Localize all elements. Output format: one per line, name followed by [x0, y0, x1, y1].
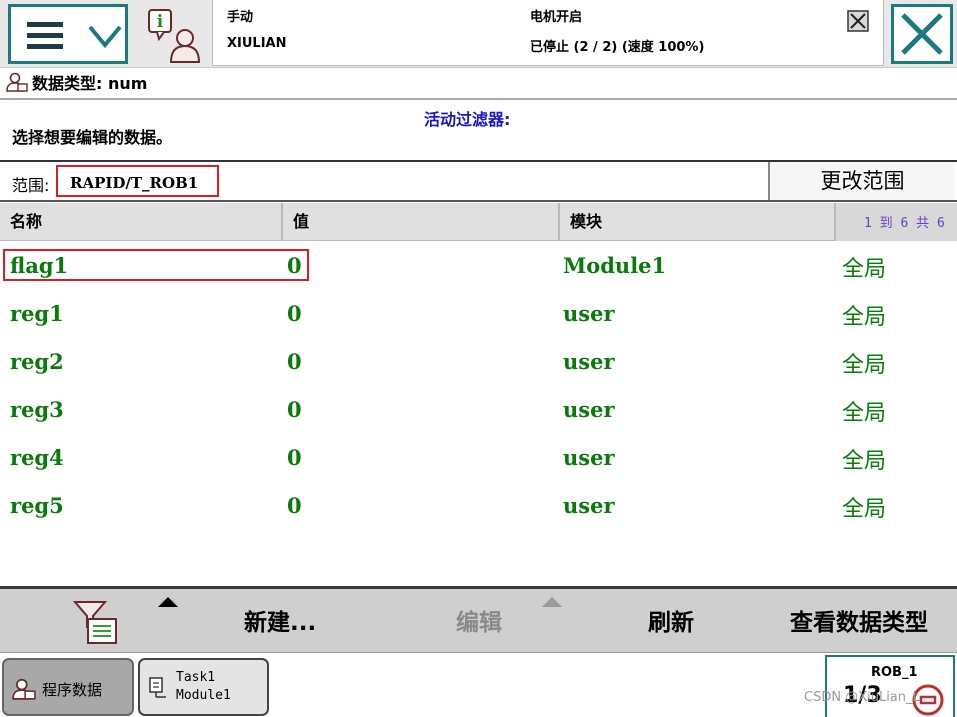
program-data-label: 程序数据 — [42, 681, 103, 699]
row-scope: 全局 — [842, 401, 887, 426]
row-scope: 全局 — [842, 305, 887, 330]
chevron-down-icon — [88, 25, 122, 49]
table-header: 名称 值 模块 1 到 6 共 6 — [0, 203, 957, 241]
controller-name: XIULIAN — [227, 36, 287, 51]
motor-status-icon — [847, 10, 869, 32]
new-menu-arrow-icon — [158, 597, 178, 607]
table-row[interactable]: reg4 0 user 全局 — [0, 434, 957, 482]
main-menu-button[interactable] — [8, 4, 128, 64]
row-name: reg2 — [10, 349, 64, 374]
pager-info: 1 到 6 共 6 — [836, 203, 957, 241]
user-data-icon — [12, 678, 36, 700]
data-list: flag1 0 Module1 全局 reg1 0 user 全局 reg2 0… — [0, 242, 957, 586]
table-row[interactable]: reg1 0 user 全局 — [0, 290, 957, 338]
top-bar: i 手动 XIULIAN 电机开启 已停止 (2 / 2) (速度 100%) — [0, 0, 957, 68]
data-type-header: 数据类型: num — [6, 70, 147, 94]
divider — [0, 98, 957, 100]
row-scope: 全局 — [842, 257, 887, 282]
instruction-text: 选择想要编辑的数据。 — [12, 128, 173, 147]
filter-icon[interactable] — [72, 599, 120, 645]
column-header-name[interactable]: 名称 — [0, 203, 283, 241]
row-value: 0 — [287, 253, 302, 278]
view-data-type-button[interactable]: 查看数据类型 — [790, 603, 928, 637]
row-module: user — [563, 493, 615, 518]
row-module: user — [563, 445, 615, 470]
edit-button[interactable]: 编辑 — [456, 603, 502, 637]
row-value: 0 — [287, 493, 302, 518]
robot-name: ROB_1 — [871, 665, 918, 680]
row-value: 0 — [287, 397, 302, 422]
row-scope: 全局 — [842, 353, 887, 378]
scope-row: 范围: RAPID/T_ROB1 更改范围 — [0, 160, 957, 202]
table-row[interactable]: reg2 0 user 全局 — [0, 338, 957, 386]
table-row[interactable]: flag1 0 Module1 全局 — [0, 242, 957, 290]
row-name: reg3 — [10, 397, 64, 422]
active-filter-label[interactable]: 活动过滤器: — [424, 106, 510, 130]
command-bar: 新建... 编辑 刷新 查看数据类型 — [0, 586, 957, 652]
row-value: 0 — [287, 349, 302, 374]
info-user-icon[interactable]: i — [145, 6, 203, 64]
data-type-label: 数据类型: num — [32, 74, 148, 93]
column-header-value[interactable]: 值 — [283, 203, 560, 241]
new-button[interactable]: 新建... — [244, 603, 316, 637]
column-header-module[interactable]: 模块 — [560, 203, 836, 241]
row-module: user — [563, 301, 615, 326]
row-scope: 全局 — [842, 497, 887, 522]
module-name: Module1 — [176, 688, 231, 703]
task-icon — [149, 677, 166, 698]
close-button[interactable] — [891, 4, 953, 64]
change-scope-button[interactable]: 更改范围 — [768, 162, 955, 200]
taskbar: 程序数据 Task1 Module1 ROB_1 1/3 — [0, 652, 957, 717]
row-module: Module1 — [563, 253, 667, 278]
status-panel[interactable]: 手动 XIULIAN 电机开启 已停止 (2 / 2) (速度 100%) — [212, 0, 884, 66]
refresh-button[interactable]: 刷新 — [648, 603, 694, 637]
watermark: CSDN @XiuLian_L — [804, 690, 920, 705]
program-data-tab[interactable]: 程序数据 — [2, 658, 134, 716]
robot-status-button[interactable]: ROB_1 1/3 — [825, 655, 955, 717]
scope-value: RAPID/T_ROB1 — [56, 165, 219, 197]
motor-state: 电机开启 — [530, 10, 583, 25]
row-module: user — [563, 397, 615, 422]
row-name: flag1 — [10, 253, 69, 278]
close-icon — [901, 13, 943, 55]
row-value: 0 — [287, 445, 302, 470]
menu-icon — [27, 22, 63, 50]
row-name: reg1 — [10, 301, 64, 326]
row-name: reg5 — [10, 493, 64, 518]
row-module: user — [563, 349, 615, 374]
user-data-icon — [6, 72, 28, 92]
row-name: reg4 — [10, 445, 64, 470]
table-row[interactable]: reg5 0 user 全局 — [0, 482, 957, 530]
edit-menu-arrow-icon — [542, 597, 562, 607]
task-module-tab[interactable]: Task1 Module1 — [138, 658, 269, 716]
operation-mode: 手动 — [227, 10, 254, 25]
row-value: 0 — [287, 301, 302, 326]
table-row[interactable]: reg3 0 user 全局 — [0, 386, 957, 434]
row-scope: 全局 — [842, 449, 887, 474]
svg-text:i: i — [157, 12, 164, 32]
task-name: Task1 — [176, 670, 216, 685]
scope-label: 范围: — [12, 176, 50, 195]
run-state: 已停止 (2 / 2) (速度 100%) — [530, 40, 705, 55]
